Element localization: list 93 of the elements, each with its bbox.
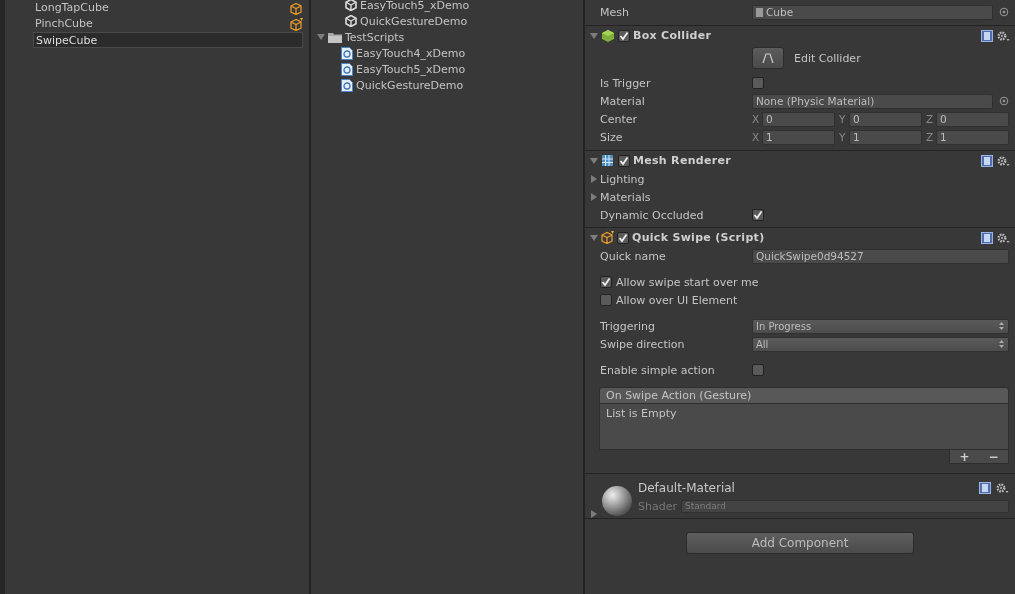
axis-label: X [752, 131, 761, 143]
number-field[interactable]: 1 [762, 129, 835, 145]
updown-arrow-icon [999, 340, 1004, 348]
checkbox-label: Allow over UI Element [616, 293, 738, 307]
number-field[interactable]: 1 [936, 129, 1009, 145]
object-picker-icon[interactable] [999, 96, 1009, 106]
checkbox[interactable] [618, 29, 630, 42]
checkbox-label: Allow swipe start over me [616, 275, 759, 289]
help-icon[interactable] [979, 482, 991, 494]
rename-field[interactable]: SwipeCube [33, 32, 303, 48]
checkbox[interactable] [600, 276, 612, 288]
field-label: Shader [638, 500, 677, 513]
dropdown[interactable]: In Progress [752, 318, 1009, 334]
component-title: Mesh Renderer [633, 154, 732, 167]
number-field[interactable]: 1 [849, 129, 922, 145]
mesh-icon [756, 7, 763, 17]
checkbox[interactable] [752, 209, 764, 221]
number-field[interactable]: 0 [762, 111, 835, 127]
component-title: Quick Swipe (Script) [632, 231, 766, 244]
checkbox[interactable] [617, 231, 629, 244]
help-icon[interactable] [981, 231, 993, 244]
add-button[interactable]: + [955, 450, 974, 463]
foldout-label[interactable]: Materials [600, 190, 651, 204]
settings-icon[interactable] [996, 154, 1010, 167]
hierarchy-item[interactable]: PinchCube [33, 16, 290, 32]
field-label: Enable simple action [600, 363, 716, 377]
field-label: Material [600, 94, 646, 108]
field-label: Center [600, 112, 639, 126]
axis-label: Z [926, 113, 935, 125]
foldout-arrow-icon[interactable] [590, 175, 598, 183]
foldout-label[interactable]: Lighting [600, 172, 645, 186]
csharp-file-icon [341, 62, 353, 76]
csharp-file-icon [341, 46, 353, 60]
unity-logo-icon [345, 15, 357, 27]
field-label: Dynamic Occluded [600, 208, 705, 222]
field-label: Is Trigger [600, 76, 652, 90]
axis-label: Y [839, 113, 847, 125]
button-caption: Edit Collider [794, 51, 861, 65]
polygon-icon [761, 52, 775, 64]
remove-button[interactable]: − [984, 450, 1003, 463]
foldout-arrow-icon[interactable] [590, 156, 598, 165]
number-field[interactable]: 0 [849, 111, 922, 127]
material-name: Default-Material [638, 480, 736, 497]
field-label: Mesh [600, 5, 630, 19]
add-component-button[interactable]: Add Component [686, 532, 914, 554]
csharp-file-icon [341, 78, 353, 92]
axis-label: X [752, 113, 761, 125]
cube-icon [290, 17, 303, 31]
file-name[interactable]: QuickGestureDemo [356, 78, 464, 92]
event-list: List is Empty [599, 403, 1009, 450]
grid-icon [601, 153, 615, 168]
dropdown[interactable]: All [752, 336, 1009, 352]
checkbox[interactable] [618, 154, 630, 167]
file-name[interactable]: EasyTouch5_xDemo [360, 0, 470, 12]
foldout-arrow-icon[interactable] [590, 31, 598, 40]
cube-icon [601, 28, 615, 43]
file-name[interactable]: EasyTouch4_xDemo [356, 46, 466, 60]
cube-icon [290, 1, 303, 15]
edit-collider-button[interactable] [752, 47, 784, 69]
axis-label: Y [839, 131, 847, 143]
foldout-arrow-icon[interactable] [590, 510, 598, 518]
text-field[interactable]: QuickSwipe0d94527 [752, 248, 1009, 264]
hierarchy-item[interactable]: LongTapCube [33, 0, 290, 16]
settings-icon[interactable] [996, 29, 1010, 42]
foldout-arrow-icon[interactable] [317, 33, 325, 41]
foldout-arrow-icon[interactable] [590, 233, 598, 242]
sphere-icon [600, 484, 634, 518]
axis-label: Z [926, 131, 935, 143]
number-field[interactable]: 0 [936, 111, 1009, 127]
folder-name[interactable]: TestScripts [345, 30, 405, 44]
settings-icon[interactable] [995, 482, 1009, 494]
checkbox[interactable] [752, 364, 764, 376]
help-icon[interactable] [981, 154, 993, 167]
component-title: Box Collider [633, 29, 713, 42]
folder-icon [328, 31, 342, 43]
field-label: Triggering [600, 319, 656, 333]
event-header: On Swipe Action (Gesture) [599, 387, 1009, 403]
checkbox[interactable] [600, 294, 612, 306]
file-name[interactable]: EasyTouch5_xDemo [356, 62, 466, 76]
foldout-arrow-icon[interactable] [590, 193, 598, 201]
field-label: Quick name [600, 249, 667, 263]
help-icon[interactable] [981, 29, 993, 42]
settings-icon[interactable] [996, 231, 1010, 244]
object-picker-icon[interactable] [999, 7, 1009, 17]
updown-arrow-icon [999, 322, 1004, 330]
field-label: Swipe direction [600, 337, 686, 351]
object-field[interactable]: Cube [752, 4, 993, 20]
object-field[interactable]: None (Physic Material) [752, 93, 993, 109]
cube-icon [601, 231, 614, 244]
unity-logo-icon [345, 0, 357, 11]
checkbox[interactable] [752, 77, 764, 89]
field-label: Size [600, 130, 624, 144]
file-name[interactable]: QuickGestureDemo [360, 14, 468, 28]
